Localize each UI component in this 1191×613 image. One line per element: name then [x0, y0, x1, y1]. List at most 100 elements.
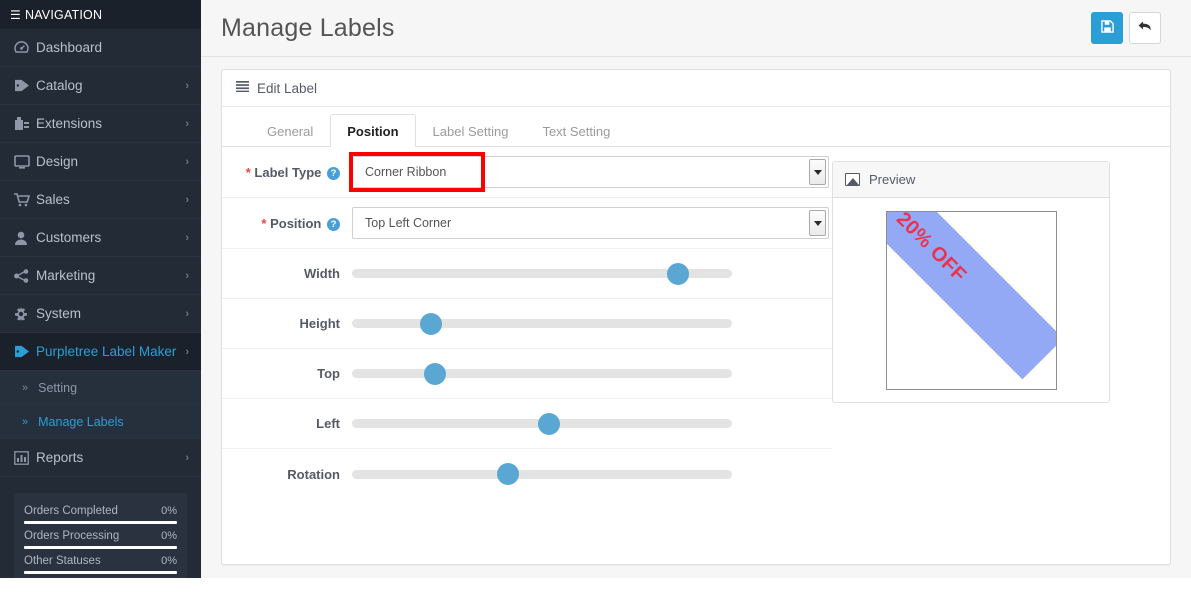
chevron-right-icon: › — [185, 345, 189, 358]
slider-handle[interactable] — [424, 362, 446, 385]
top-control — [352, 362, 832, 385]
sidebar-item-label: Sales — [36, 192, 70, 207]
chevron-right-icon: › — [185, 269, 189, 282]
stat-orders-completed: Orders Completed 0% — [24, 499, 177, 524]
field-row-rotation: Rotation — [222, 449, 832, 499]
sidebar-item-label: Customers — [36, 230, 102, 245]
tab-label-setting[interactable]: Label Setting — [416, 114, 526, 147]
rotation-control — [352, 463, 832, 485]
height-slider[interactable] — [352, 312, 732, 335]
stats-box: Orders Completed 0% Orders Processing 0%… — [14, 493, 187, 578]
height-control — [352, 312, 832, 335]
edit-label-panel: Edit Label General Position Label Settin… — [221, 69, 1171, 565]
sidebar-item-design[interactable]: Design › — [0, 143, 201, 181]
user-icon — [14, 231, 36, 245]
sidebar-subitem-manage-labels[interactable]: » Manage Labels — [0, 405, 201, 439]
top-slider[interactable] — [352, 362, 732, 385]
slider-handle[interactable] — [497, 463, 519, 485]
sidebar-item-marketing[interactable]: Marketing › — [0, 257, 201, 295]
stat-percent: 0% — [161, 505, 177, 517]
sidebar-item-system[interactable]: System › — [0, 295, 201, 333]
slider-track[interactable] — [352, 319, 732, 328]
chevron-down-icon[interactable] — [809, 159, 826, 185]
preview-body: 20% OFF — [833, 198, 1109, 402]
back-button[interactable] — [1129, 12, 1161, 44]
position-form: * Label Type ? Corner Ribbon * Position … — [222, 147, 1170, 499]
position-control: Top Left Corner — [352, 207, 844, 239]
tab-text-setting[interactable]: Text Setting — [525, 114, 627, 147]
slider-handle[interactable] — [538, 412, 560, 435]
stat-label: Other Statuses — [24, 555, 101, 567]
width-label: Width — [304, 266, 340, 281]
chevron-right-icon: › — [185, 79, 189, 92]
sidebar-subitem-setting[interactable]: » Setting — [0, 371, 201, 405]
image-icon — [845, 173, 860, 186]
gear-icon — [14, 306, 36, 321]
sidebar-item-reports[interactable]: Reports › — [0, 439, 201, 477]
tag-icon — [14, 345, 36, 358]
help-icon[interactable]: ? — [327, 217, 340, 231]
required-asterisk: * — [245, 164, 251, 180]
field-row-position: * Position ? Top Left Corner — [222, 198, 832, 249]
label-type-value: Corner Ribbon — [365, 165, 447, 179]
field-row-left: Left — [222, 399, 832, 449]
form-fields: * Label Type ? Corner Ribbon * Position … — [222, 147, 832, 499]
sidebar-item-purpletree-label-maker[interactable]: Purpletree Label Maker › — [0, 333, 201, 371]
field-row-label-type: * Label Type ? Corner Ribbon — [222, 147, 832, 198]
sidebar-item-sales[interactable]: Sales › — [0, 181, 201, 219]
puzzle-icon — [14, 116, 36, 131]
sidebar-item-label: Reports — [36, 450, 84, 465]
sidebar-stats: Orders Completed 0% Orders Processing 0%… — [0, 477, 201, 578]
chevron-right-icon: › — [185, 231, 189, 244]
corner-ribbon: 20% OFF — [886, 211, 1056, 379]
left-slider[interactable] — [352, 412, 732, 435]
label-type-select[interactable]: Corner Ribbon — [352, 156, 829, 188]
chevron-right-icon: › — [185, 307, 189, 320]
stat-progress-bar — [24, 571, 177, 574]
position-label: * Position ? — [222, 214, 352, 233]
field-row-height: Height — [222, 299, 832, 349]
preview-title: Preview — [869, 172, 916, 187]
rotation-label: Rotation — [287, 466, 340, 482]
preview-column: Preview 20% OFF — [832, 147, 1170, 499]
rotation-slider[interactable] — [352, 463, 732, 485]
height-label: Height — [299, 316, 340, 331]
field-row-top: Top — [222, 349, 832, 399]
reply-arrow-icon — [1138, 20, 1152, 36]
position-select[interactable]: Top Left Corner — [352, 207, 829, 239]
tab-position[interactable]: Position — [330, 114, 416, 147]
help-icon[interactable]: ? — [327, 166, 340, 180]
sidebar-subitem-label: Manage Labels — [38, 414, 124, 429]
width-control — [352, 262, 832, 285]
slider-track[interactable] — [352, 369, 732, 378]
slider-track[interactable] — [352, 469, 732, 479]
field-label-text: Label Type — [254, 164, 322, 180]
field-row-width: Width — [222, 249, 832, 299]
save-button[interactable] — [1091, 12, 1123, 44]
sidebar-item-label: Purpletree Label Maker — [36, 344, 177, 359]
sidebar-item-catalog[interactable]: Catalog › — [0, 67, 201, 105]
sidebar-header[interactable]: ☰ NAVIGATION — [0, 0, 201, 29]
stat-other-statuses: Other Statuses 0% — [24, 549, 177, 574]
page-header: Manage Labels — [201, 0, 1191, 57]
sidebar: ☰ NAVIGATION Dashboard Catalog › Extensi… — [0, 0, 201, 578]
sidebar-item-extensions[interactable]: Extensions › — [0, 105, 201, 143]
chevron-right-icon: › — [185, 193, 189, 206]
dashboard-icon — [14, 41, 36, 54]
chevron-down-icon[interactable] — [809, 210, 826, 236]
slider-handle[interactable] — [667, 262, 689, 285]
chevron-right-icon: › — [185, 117, 189, 130]
preview-panel: Preview 20% OFF — [832, 161, 1110, 403]
slider-handle[interactable] — [420, 312, 442, 335]
chevron-double-right-icon: » — [22, 381, 29, 394]
hamburger-icon[interactable]: ☰ — [10, 9, 21, 21]
sidebar-item-label: Extensions — [36, 116, 103, 131]
panel-header: Edit Label — [222, 70, 1170, 107]
sidebar-item-dashboard[interactable]: Dashboard — [0, 29, 201, 67]
sidebar-item-customers[interactable]: Customers › — [0, 219, 201, 257]
preview-header: Preview — [833, 162, 1109, 198]
tab-general[interactable]: General — [250, 114, 330, 147]
width-slider[interactable] — [352, 262, 732, 285]
sidebar-item-label: System — [36, 306, 82, 321]
sidebar-item-label: Catalog — [36, 78, 83, 93]
